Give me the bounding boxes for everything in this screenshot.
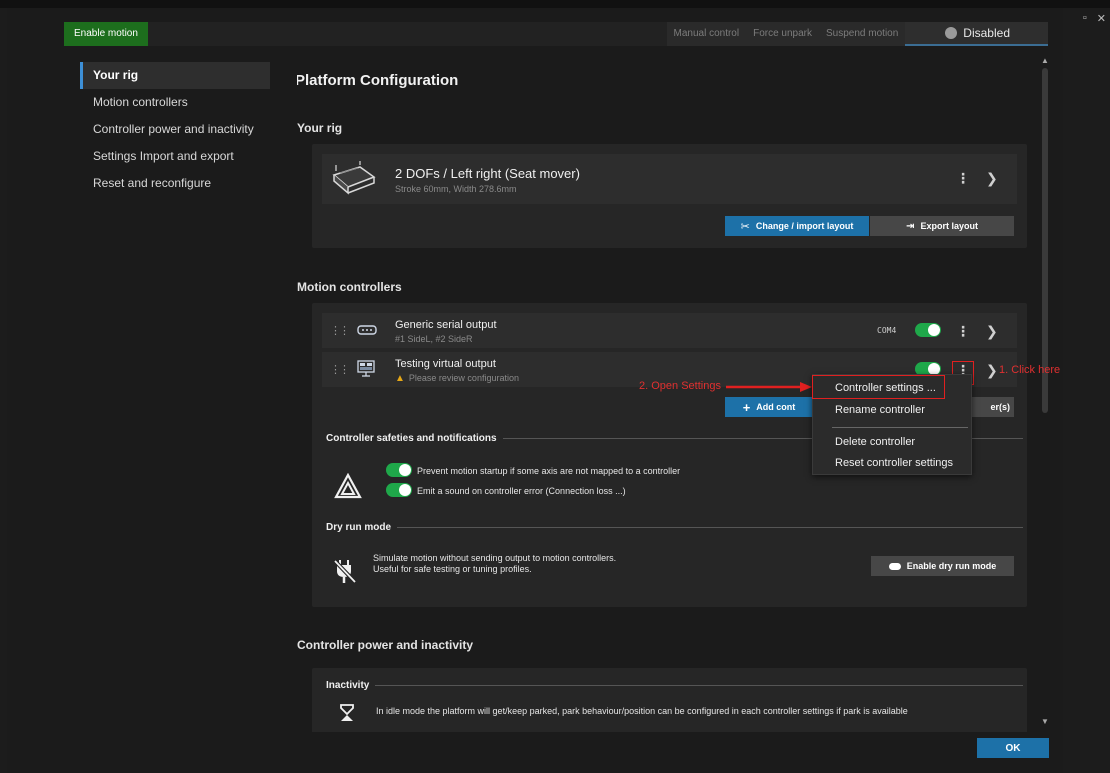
sidebar-item-motion-controllers[interactable]: Motion controllers bbox=[80, 89, 280, 116]
com-port-label: COM4 bbox=[877, 326, 897, 335]
seat-mover-icon bbox=[332, 161, 376, 195]
enable-motion-button[interactable]: Enable motion bbox=[64, 22, 148, 46]
sidebar-item-reset-reconfigure[interactable]: Reset and reconfigure bbox=[80, 170, 280, 197]
controller-warning-text: Please review configuration bbox=[408, 373, 519, 383]
other-controllers-button[interactable]: er(s) bbox=[972, 397, 1014, 417]
menu-item-delete-controller[interactable]: Delete controller bbox=[835, 436, 915, 448]
error-sound-label: Emit a sound on controller error (Connec… bbox=[417, 486, 626, 496]
rig-chevron-right-icon[interactable]: ❯ bbox=[986, 170, 998, 187]
enable-dry-run-button[interactable]: Enable dry run mode bbox=[871, 556, 1014, 576]
controller-name: Generic serial output bbox=[395, 319, 497, 331]
warning-icon: ▲ bbox=[395, 373, 405, 384]
controller-power-heading: Controller power and inactivity bbox=[297, 638, 474, 652]
prevent-startup-toggle[interactable] bbox=[386, 463, 412, 477]
other-controllers-label: er(s) bbox=[990, 402, 1010, 412]
error-sound-toggle[interactable] bbox=[386, 483, 412, 497]
rig-name: 2 DOFs / Left right (Seat mover) bbox=[395, 166, 580, 181]
content-scrollbar[interactable]: ▲ ▼ bbox=[1040, 56, 1050, 726]
prevent-startup-label: Prevent motion startup if some axis are … bbox=[417, 466, 681, 476]
motion-controllers-heading: Motion controllers bbox=[297, 280, 402, 294]
rig-more-icon[interactable]: ⋮ bbox=[956, 170, 970, 187]
menu-separator bbox=[832, 427, 968, 428]
close-icon[interactable]: ✕ bbox=[1097, 12, 1106, 25]
sidebar-item-controller-power[interactable]: Controller power and inactivity bbox=[80, 116, 280, 143]
your-rig-heading: Your rig bbox=[297, 121, 343, 135]
motion-actions: Manual control Force unpark Suspend moti… bbox=[666, 22, 1048, 46]
page-title: Platform Configuration bbox=[297, 72, 459, 89]
annotation-click-here: 1. Click here bbox=[999, 364, 1061, 376]
rig-details: Stroke 60mm, Width 278.6mm bbox=[395, 184, 517, 194]
tools-icon: ✂ bbox=[740, 220, 750, 233]
toggle-off-icon bbox=[888, 562, 901, 570]
change-import-layout-label: Change / import layout bbox=[755, 221, 854, 231]
controller-name: Testing virtual output bbox=[395, 358, 496, 370]
scroll-down-icon[interactable]: ▼ bbox=[1041, 717, 1049, 726]
top-bar: Enable motion Manual control Force unpar… bbox=[64, 22, 1048, 46]
change-import-layout-button[interactable]: ✂ Change / import layout bbox=[725, 216, 869, 236]
enable-dry-run-label: Enable dry run mode bbox=[906, 561, 997, 571]
add-controller-label: Add cont bbox=[756, 402, 796, 412]
controller-chevron-right-icon[interactable]: ❯ bbox=[986, 323, 998, 340]
dry-run-heading: Dry run mode bbox=[326, 522, 392, 533]
controller-more-icon[interactable]: ⋮ bbox=[956, 323, 970, 340]
unplugged-icon bbox=[334, 559, 356, 584]
serial-port-icon bbox=[357, 325, 377, 335]
inactivity-description: In idle mode the platform will get/keep … bbox=[376, 706, 908, 716]
sidebar-item-your-rig[interactable]: Your rig bbox=[80, 62, 270, 89]
drag-handle-icon[interactable]: ⋮⋮ bbox=[330, 324, 350, 337]
add-controller-button[interactable]: + Add cont bbox=[725, 397, 813, 417]
drag-handle-icon[interactable]: ⋮⋮ bbox=[330, 363, 350, 376]
controller-axes: #1 SideL, #2 SideR bbox=[395, 334, 473, 344]
virtual-output-icon bbox=[357, 360, 375, 377]
export-layout-button[interactable]: ⇥ Export layout bbox=[870, 216, 1014, 236]
menu-item-reset-controller-settings[interactable]: Reset controller settings bbox=[835, 457, 953, 469]
inactivity-heading: Inactivity bbox=[326, 680, 370, 691]
export-layout-label: Export layout bbox=[920, 221, 978, 231]
rig-card[interactable]: 2 DOFs / Left right (Seat mover) Stroke … bbox=[322, 154, 1017, 204]
scroll-thumb[interactable] bbox=[1042, 68, 1048, 413]
annotation-open-settings: 2. Open Settings bbox=[639, 380, 721, 392]
window-titlebar bbox=[0, 0, 1110, 8]
ok-button[interactable]: OK bbox=[977, 738, 1049, 758]
divider bbox=[375, 685, 1023, 686]
force-unpark-button[interactable]: Force unpark bbox=[746, 22, 819, 46]
sidebar-item-settings-import-export[interactable]: Settings Import and export bbox=[80, 143, 280, 170]
scroll-up-icon[interactable]: ▲ bbox=[1041, 56, 1049, 65]
hourglass-icon bbox=[340, 704, 354, 721]
safety-warning-icon bbox=[334, 473, 362, 499]
annotation-arrow-icon bbox=[726, 382, 812, 392]
controller-power-panel: Inactivity In idle mode the platform wil… bbox=[312, 668, 1027, 732]
inactivity-subheading: Inactivity bbox=[326, 680, 1023, 691]
controller-chevron-right-icon[interactable]: ❯ bbox=[986, 362, 998, 379]
suspend-motion-button[interactable]: Suspend motion bbox=[819, 22, 905, 46]
controller-row-generic-serial[interactable]: ⋮⋮ Generic serial output #1 SideL, #2 Si… bbox=[322, 313, 1017, 348]
plus-icon: + bbox=[742, 399, 751, 415]
sidebar: Your rig Motion controllers Controller p… bbox=[80, 62, 280, 197]
dry-run-description-2: Useful for safe testing or tuning profil… bbox=[373, 564, 532, 574]
export-icon: ⇥ bbox=[906, 220, 915, 232]
annotation-settings-highlight bbox=[812, 375, 945, 399]
manual-control-button[interactable]: Manual control bbox=[667, 22, 747, 46]
controller-enabled-toggle[interactable] bbox=[915, 323, 941, 337]
motion-state-label: Disabled bbox=[963, 26, 1010, 40]
your-rig-panel: 2 DOFs / Left right (Seat mover) Stroke … bbox=[312, 144, 1027, 248]
dry-run-subheading: Dry run mode bbox=[326, 522, 1023, 533]
divider bbox=[397, 527, 1023, 528]
motion-state-toggle[interactable]: Disabled bbox=[905, 22, 1048, 46]
toggle-knob-icon bbox=[945, 27, 958, 39]
window-controls: ▫ ✕ bbox=[1083, 12, 1106, 25]
safeties-heading: Controller safeties and notifications bbox=[326, 433, 497, 444]
menu-item-rename-controller[interactable]: Rename controller bbox=[835, 404, 925, 416]
controller-warning: ▲ Please review configuration bbox=[395, 373, 519, 384]
maximize-icon[interactable]: ▫ bbox=[1083, 12, 1087, 25]
dry-run-description-1: Simulate motion without sending output t… bbox=[373, 553, 617, 563]
